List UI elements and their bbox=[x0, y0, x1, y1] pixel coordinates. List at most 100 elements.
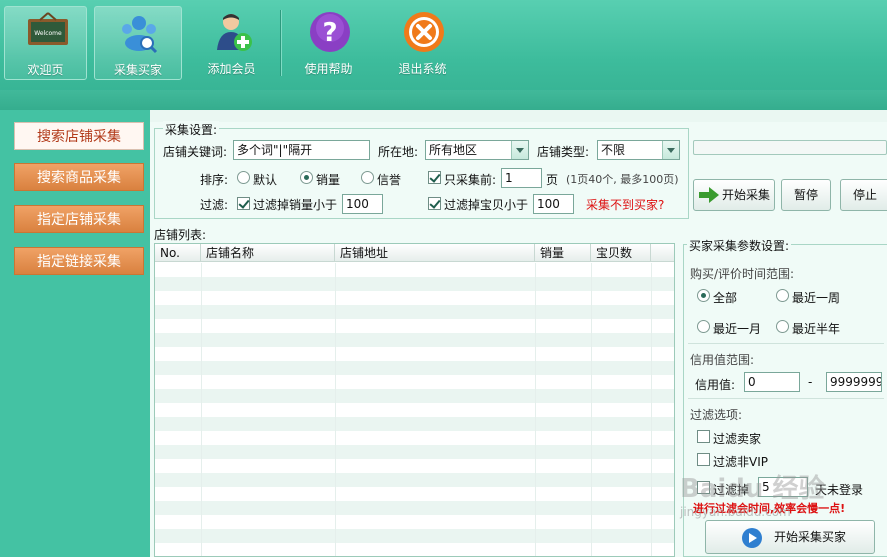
toolbar-band bbox=[0, 90, 887, 110]
exit-button[interactable]: 退出系统 bbox=[381, 6, 464, 80]
time-halfyear-label: 最近半年 bbox=[792, 322, 841, 336]
divider bbox=[688, 343, 884, 344]
time-all-label: 全部 bbox=[713, 291, 738, 305]
collect-buyers-button[interactable]: 采集买家 bbox=[94, 6, 182, 80]
keyword-input[interactable]: 多个词"|"隔开 bbox=[233, 140, 370, 160]
help-label: 使用帮助 bbox=[304, 62, 353, 76]
sort-label: 排序: bbox=[200, 173, 229, 187]
shop-list-table[interactable]: No. 店铺名称 店铺地址 销量 宝贝数 bbox=[154, 243, 675, 557]
baidu-watermark: Baidu 经验 jingyan.baidu.com bbox=[680, 468, 880, 519]
time-halfyear-radio[interactable] bbox=[776, 320, 789, 333]
filter-non-vip-checkbox[interactable] bbox=[697, 453, 710, 466]
svg-text:?: ? bbox=[322, 18, 337, 48]
sort-default-label: 默认 bbox=[253, 173, 278, 187]
filter-sales-label: 过滤掉销量小于 bbox=[253, 198, 338, 212]
arrow-right-icon bbox=[699, 187, 719, 203]
exit-label: 退出系统 bbox=[398, 62, 447, 76]
filter-items-label: 过滤掉宝贝小于 bbox=[444, 198, 529, 212]
location-select[interactable]: 所有地区 bbox=[425, 140, 529, 160]
main-top-band bbox=[150, 110, 887, 122]
toolbar-separator bbox=[280, 10, 281, 76]
filter-seller-label: 过滤卖家 bbox=[713, 432, 762, 446]
sort-default-radio[interactable] bbox=[237, 171, 250, 184]
column-header-items[interactable]: 宝贝数 bbox=[591, 244, 651, 262]
credit-range-label: 信用值范围: bbox=[690, 353, 755, 367]
buyer-params-legend: 买家采集参数设置: bbox=[687, 237, 792, 254]
column-header-shop-address[interactable]: 店铺地址 bbox=[335, 244, 535, 262]
sort-credit-radio[interactable] bbox=[361, 171, 374, 184]
chevron-down-icon[interactable] bbox=[511, 141, 528, 159]
time-week-radio[interactable] bbox=[776, 289, 789, 302]
shop-type-select[interactable]: 不限 bbox=[597, 140, 680, 160]
filter-seller-checkbox[interactable] bbox=[697, 430, 710, 443]
time-all-radio[interactable] bbox=[697, 289, 710, 302]
only-first-checkbox[interactable] bbox=[428, 171, 441, 184]
sidebar-item-specific-shop[interactable]: 指定店铺采集 bbox=[14, 205, 144, 233]
filter-options-label: 过滤选项: bbox=[690, 408, 743, 422]
page-unit-label: 页 bbox=[546, 173, 559, 187]
credit-dash: - bbox=[808, 375, 813, 389]
add-member-icon bbox=[217, 14, 252, 51]
help-button[interactable]: ? 使用帮助 bbox=[287, 6, 370, 80]
sidebar: 搜索店铺采集 搜索商品采集 指定店铺采集 指定链接采集 bbox=[0, 110, 150, 557]
welcome-button-label: 欢迎页 bbox=[27, 63, 64, 77]
help-icon: ? bbox=[310, 12, 350, 52]
collect-buyers-icon bbox=[122, 16, 158, 54]
column-divider bbox=[335, 263, 336, 556]
collect-settings-legend: 采集设置: bbox=[163, 121, 220, 138]
location-value: 所有地区 bbox=[429, 143, 478, 157]
column-header-shop-name[interactable]: 店铺名称 bbox=[201, 244, 335, 262]
sort-credit-label: 信誉 bbox=[377, 173, 402, 187]
exit-icon bbox=[404, 12, 444, 52]
welcome-button[interactable]: Welcome 欢迎页 bbox=[4, 6, 87, 80]
filter-items-checkbox[interactable] bbox=[428, 197, 441, 210]
add-member-label: 添加会员 bbox=[207, 62, 256, 76]
chevron-down-icon[interactable] bbox=[662, 141, 679, 159]
location-label: 所在地: bbox=[378, 145, 419, 159]
play-icon bbox=[742, 528, 762, 548]
baidu-watermark-text: Baidu 经验 bbox=[680, 474, 825, 504]
divider bbox=[688, 398, 884, 399]
collect-buyers-label: 采集买家 bbox=[113, 63, 162, 77]
baidu-watermark-url: jingyan.baidu.com bbox=[680, 505, 791, 519]
start-collect-button[interactable]: 开始采集 bbox=[693, 179, 775, 211]
sidebar-item-specific-link[interactable]: 指定链接采集 bbox=[14, 247, 144, 275]
credit-min-input[interactable]: 0 bbox=[744, 372, 800, 392]
column-header-no[interactable]: No. bbox=[155, 244, 201, 262]
time-week-label: 最近一周 bbox=[792, 291, 841, 305]
keyword-label: 店铺关键词: bbox=[163, 145, 228, 159]
start-collect-buyers-button[interactable]: 开始采集买家 bbox=[705, 520, 875, 554]
time-range-label: 购买/评价时间范围: bbox=[690, 267, 795, 281]
pause-button[interactable]: 暂停 bbox=[781, 179, 831, 211]
time-month-label: 最近一月 bbox=[713, 322, 762, 336]
sidebar-item-search-product[interactable]: 搜索商品采集 bbox=[14, 163, 144, 191]
credit-max-input[interactable]: 9999999 bbox=[826, 372, 882, 392]
stop-button[interactable]: 停止 bbox=[840, 179, 887, 211]
toolbar: Welcome 欢迎页 采集买家 添加会员 ? 使用帮助 退出系统 bbox=[0, 0, 887, 110]
column-divider bbox=[535, 263, 536, 556]
sidebar-item-search-shop[interactable]: 搜索店铺采集 bbox=[14, 122, 144, 150]
column-divider bbox=[201, 263, 202, 556]
add-member-button[interactable]: 添加会员 bbox=[190, 6, 273, 80]
column-divider bbox=[651, 263, 652, 556]
column-header-sales[interactable]: 销量 bbox=[535, 244, 591, 262]
filter-label: 过滤: bbox=[200, 198, 229, 212]
shop-list-title: 店铺列表: bbox=[154, 228, 207, 242]
welcome-board-text: Welcome bbox=[34, 30, 62, 37]
progress-bar bbox=[693, 140, 887, 155]
page-note: (1页40个, 最多100页) bbox=[566, 173, 679, 186]
filter-items-input[interactable]: 100 bbox=[533, 194, 574, 214]
shop-type-label: 店铺类型: bbox=[537, 145, 590, 159]
table-rows bbox=[155, 263, 674, 556]
filter-sales-checkbox[interactable] bbox=[237, 197, 250, 210]
filter-sales-input[interactable]: 100 bbox=[342, 194, 383, 214]
table-header: No. 店铺名称 店铺地址 销量 宝贝数 bbox=[155, 244, 674, 262]
start-collect-buyers-label: 开始采集买家 bbox=[774, 530, 847, 544]
only-first-input[interactable]: 1 bbox=[501, 168, 542, 188]
column-divider bbox=[591, 263, 592, 556]
start-collect-label: 开始采集 bbox=[722, 188, 771, 202]
sort-sales-radio[interactable] bbox=[300, 171, 313, 184]
time-month-radio[interactable] bbox=[697, 320, 710, 333]
cannot-collect-link[interactable]: 采集不到买家? bbox=[586, 196, 664, 213]
welcome-board-icon: Welcome bbox=[28, 12, 68, 45]
